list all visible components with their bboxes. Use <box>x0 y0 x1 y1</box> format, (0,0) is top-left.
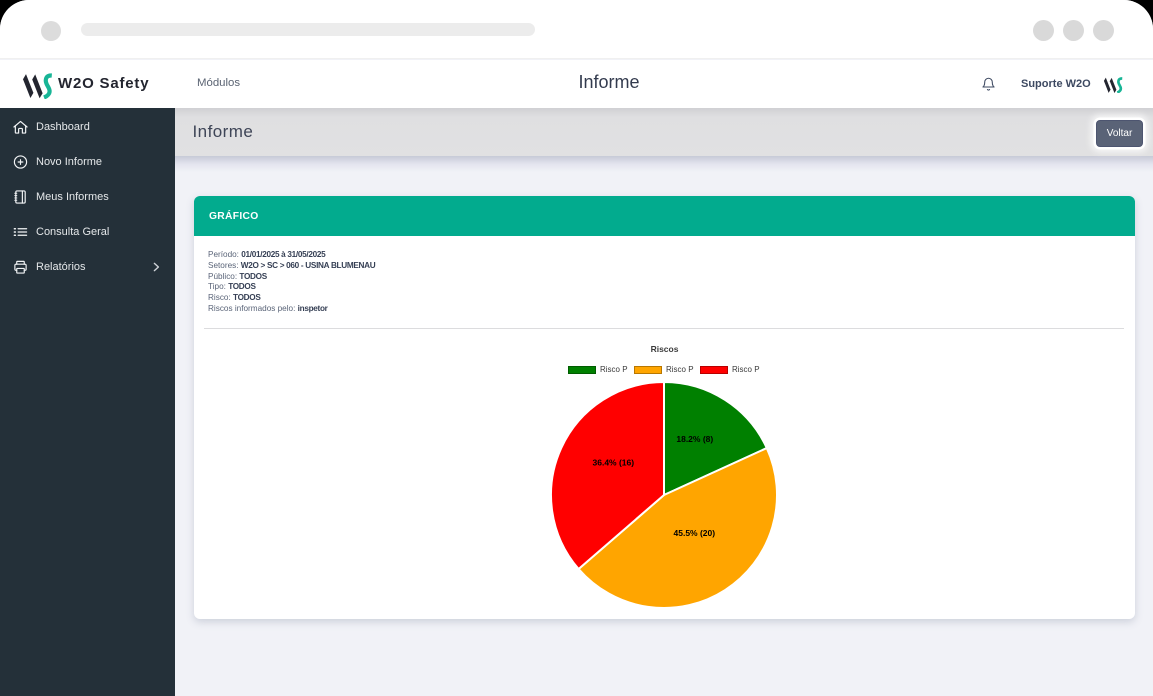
svg-text:45.5% (20): 45.5% (20) <box>674 528 716 538</box>
svg-text:36.4% (16): 36.4% (16) <box>593 457 635 467</box>
svg-text:18.2% (8): 18.2% (8) <box>676 433 713 443</box>
